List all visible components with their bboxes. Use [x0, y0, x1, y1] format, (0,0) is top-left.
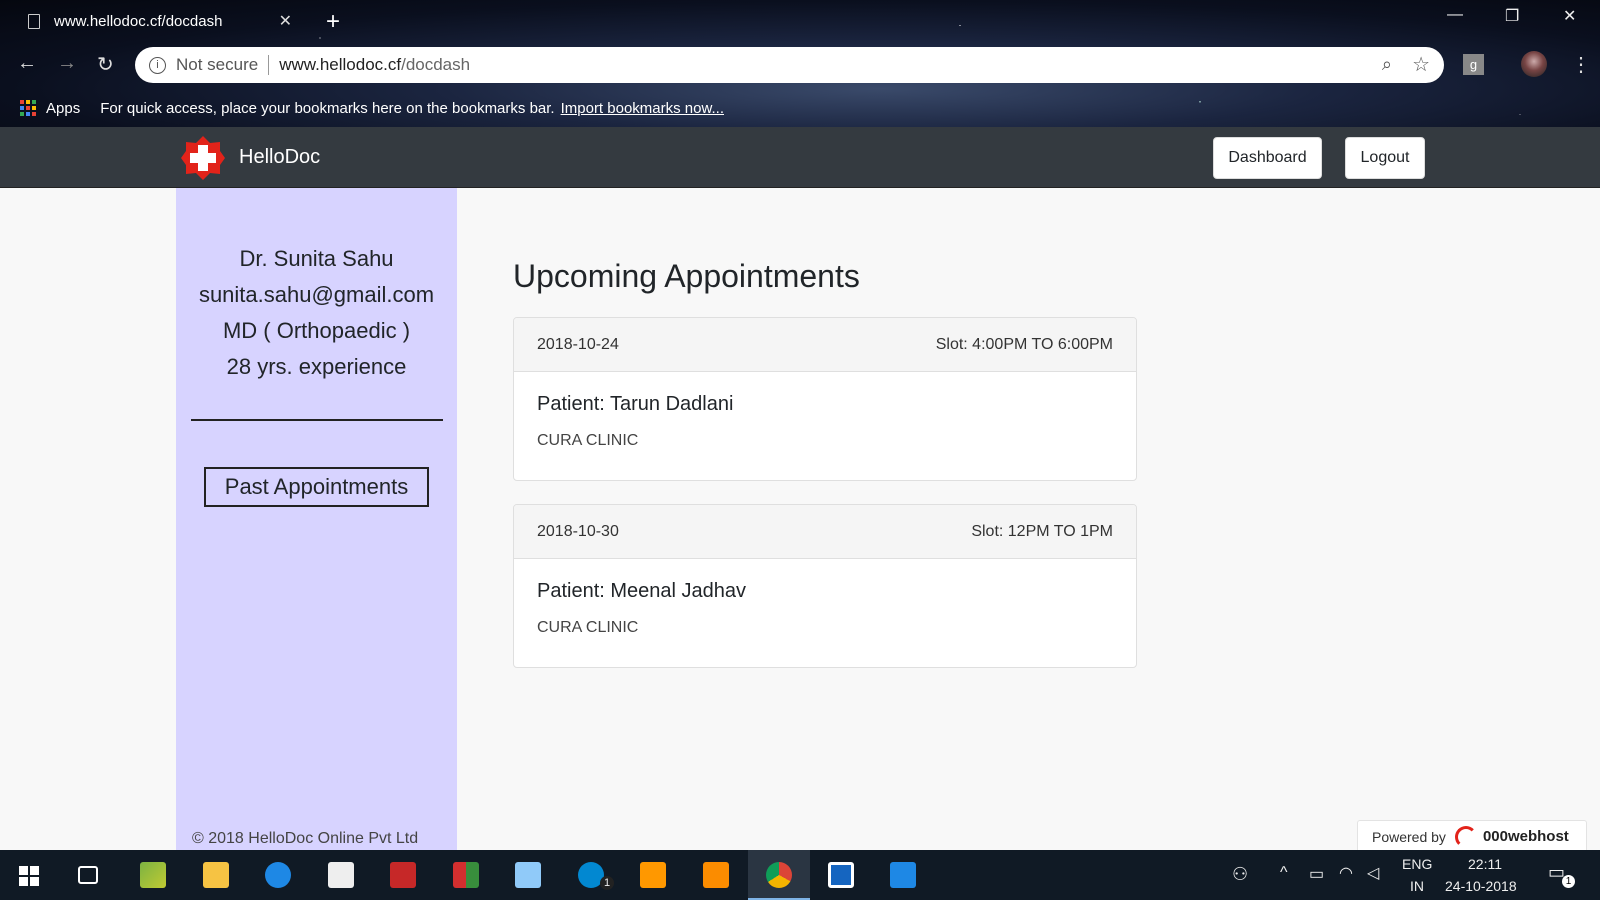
back-icon[interactable]: ← — [17, 52, 37, 75]
clinic-name: CURA CLINIC — [537, 432, 639, 449]
patient-name: Patient: Tarun Dadlani — [537, 393, 734, 415]
appointment-date: 2018-10-24 — [537, 335, 619, 353]
file-explorer-icon[interactable] — [203, 862, 229, 888]
apps-icon[interactable] — [20, 100, 36, 116]
windows-start-icon[interactable] — [19, 866, 39, 886]
doctor-degree: MD ( Orthopaedic ) — [222, 318, 411, 343]
doctor-name: Dr. Sunita Sahu — [239, 246, 394, 271]
notification-count: 1 — [1562, 875, 1575, 888]
hellodoc-logo-icon[interactable] — [180, 135, 226, 181]
photos-app-icon[interactable] — [140, 862, 166, 888]
new-tab-icon[interactable]: + — [326, 8, 340, 36]
wifi-icon[interactable]: ◠ — [1339, 863, 1353, 883]
url-path: /docdash — [401, 55, 471, 74]
powered-label: Powered by — [1372, 828, 1446, 845]
clinic-name: CURA CLINIC — [537, 619, 639, 636]
volume-icon[interactable]: ◁ — [1367, 863, 1379, 883]
info-icon[interactable]: i — [149, 56, 166, 74]
sidebar-divider — [190, 419, 443, 421]
people-icon[interactable]: ⚇ — [1232, 864, 1248, 885]
appointment-card: 2018-10-24 Slot: 4:00PM TO 6:00PM Patien… — [513, 317, 1137, 481]
zoom-icon[interactable]: ⌕ — [1382, 54, 1392, 75]
page-title: Upcoming Appointments — [513, 258, 860, 294]
reload-icon[interactable]: ↻ — [97, 52, 114, 77]
bookmarks-hint: For quick access, place your bookmarks h… — [100, 99, 555, 117]
task-view-icon[interactable] — [78, 866, 98, 884]
minimize-icon[interactable]: — — [1447, 6, 1463, 24]
forward-icon[interactable]: → — [57, 52, 77, 75]
clock-date[interactable]: 24-10-2018 — [1445, 878, 1517, 894]
app-navbar: HelloDoc Dashboard Logout — [0, 127, 1600, 188]
teamviewer-icon[interactable] — [265, 862, 291, 888]
extension-icon[interactable]: g — [1463, 54, 1484, 75]
appointment-header: 2018-10-24 Slot: 4:00PM TO 6:00PM — [514, 318, 1136, 372]
browser-chrome: www.hellodoc.cf/docdash ✕ + — ❐ ✕ ← → ↻ … — [0, 0, 1600, 127]
profile-avatar[interactable] — [1521, 51, 1547, 77]
patient-name: Patient: Meenal Jadhav — [537, 580, 747, 602]
doctor-experience: 28 yrs. experience — [226, 354, 407, 379]
close-window-icon[interactable]: ✕ — [1563, 6, 1576, 26]
dashboard-button[interactable]: Dashboard — [1213, 137, 1322, 179]
appointment-header: 2018-10-30 Slot: 12PM TO 1PM — [514, 505, 1136, 559]
copyright-footer: © 2018 HelloDoc Online Pvt Ltd — [192, 830, 419, 847]
webhost-name: 000webhost — [1482, 828, 1569, 845]
app-icon[interactable] — [828, 862, 854, 888]
doctor-profile: Dr. Sunita Sahu sunita.sahu@gmail.com MD… — [176, 188, 457, 385]
address-bar[interactable]: i Not secure www.hellodoc.cf/docdash ⌕ ☆ — [135, 47, 1444, 83]
mcafee-icon[interactable] — [390, 862, 416, 888]
clock-time[interactable]: 22:11 — [1468, 856, 1502, 872]
doctor-email: sunita.sahu@gmail.com — [198, 282, 435, 307]
winrar-icon[interactable] — [453, 862, 479, 888]
url-domain: www.hellodoc.cf — [279, 55, 402, 74]
url-text[interactable]: www.hellodoc.cf/docdash — [279, 55, 470, 75]
appointment-card: 2018-10-30 Slot: 12PM TO 1PM Patient: Me… — [513, 504, 1137, 668]
divider — [268, 55, 270, 75]
skype-badge: 1 — [600, 876, 614, 890]
chrome-icon[interactable] — [766, 862, 792, 888]
store-icon[interactable] — [328, 862, 354, 888]
appointment-slot: Slot: 12PM TO 1PM — [971, 522, 1113, 540]
language-top[interactable]: ENG — [1402, 856, 1432, 872]
logout-button[interactable]: Logout — [1345, 137, 1425, 179]
xampp-icon[interactable] — [703, 862, 729, 888]
bookmark-star-icon[interactable]: ☆ — [1412, 52, 1430, 77]
tab-title: www.hellodoc.cf/docdash — [54, 12, 223, 30]
appointment-date: 2018-10-30 — [537, 522, 619, 540]
webhost-logo-icon — [1454, 825, 1477, 848]
bookmarks-bar: Apps For quick access, place your bookma… — [0, 92, 1600, 124]
language-bottom[interactable]: IN — [1410, 878, 1424, 894]
menu-icon[interactable]: ⋮ — [1571, 52, 1591, 77]
import-bookmarks-link[interactable]: Import bookmarks now... — [561, 100, 724, 117]
appointment-body: Patient: Tarun Dadlani CURA CLINIC — [514, 372, 1136, 480]
windows-taskbar: 1 ⚇ ^ ▭ ◠ ◁ ENG IN 22:11 24-10-2018 ▭ 1 — [0, 850, 1600, 900]
appointment-body: Patient: Meenal Jadhav CURA CLINIC — [514, 559, 1136, 667]
browser-tab[interactable]: www.hellodoc.cf/docdash ✕ — [0, 0, 308, 42]
restore-icon[interactable]: ❐ — [1505, 6, 1519, 26]
tab-close-icon[interactable]: ✕ — [279, 11, 292, 31]
battery-icon[interactable]: ▭ — [1309, 864, 1324, 884]
page-icon — [28, 13, 40, 29]
appointment-slot: Slot: 4:00PM TO 6:00PM — [935, 335, 1113, 353]
doctor-sidebar: Dr. Sunita Sahu sunita.sahu@gmail.com MD… — [176, 188, 457, 850]
vscode-icon[interactable] — [890, 862, 916, 888]
sublime-text-icon[interactable] — [640, 862, 666, 888]
security-label: Not secure — [176, 55, 259, 74]
powered-by-badge[interactable]: Powered by 000webhost — [1357, 820, 1587, 852]
app-icon[interactable] — [515, 862, 541, 888]
brand-name[interactable]: HelloDoc — [239, 146, 320, 169]
show-hidden-icons-icon[interactable]: ^ — [1280, 864, 1288, 882]
past-appointments-button[interactable]: Past Appointments — [204, 467, 429, 507]
apps-link[interactable]: Apps — [46, 100, 80, 117]
